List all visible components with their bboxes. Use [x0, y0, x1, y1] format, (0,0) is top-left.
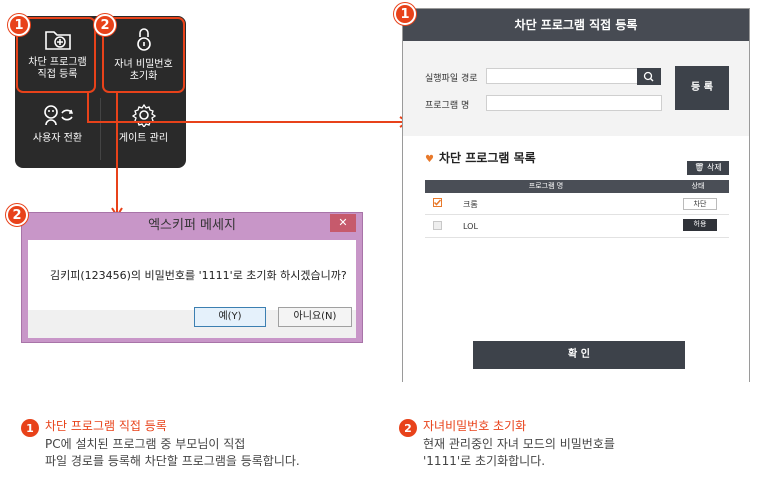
dialog-message: 김키피(123456)의 비밀번호를 '1111'로 초기화 하시겠습니까? [50, 269, 347, 282]
yes-button[interactable]: 예(Y) [194, 307, 266, 327]
program-name-cell: LOL [463, 222, 478, 231]
state-button[interactable]: 허용 [683, 219, 717, 231]
register-button[interactable]: 등 록 [675, 66, 729, 110]
search-icon [643, 71, 654, 82]
no-button[interactable]: 아니요(N) [278, 307, 352, 327]
caption-badge-1: 1 [21, 419, 39, 437]
gear-icon [131, 103, 156, 127]
step-badge-2: 2 [94, 14, 116, 36]
gate-manage-button[interactable]: 게이트 관리 [101, 92, 186, 168]
row-divider [425, 237, 729, 238]
arrow-line [87, 121, 403, 123]
caption-badge-2: 2 [399, 419, 417, 437]
menu-label: 사용자 전환 [32, 133, 83, 144]
program-name-input[interactable] [486, 95, 662, 111]
program-name-label: 프로그램 명 [425, 101, 470, 111]
exkeeper-message-dialog: 엑스키퍼 메세지 ✕ 김키피(123456)의 비밀번호를 '1111'로 초기… [21, 212, 363, 343]
program-name-cell: 크롬 [463, 200, 478, 209]
caption-title-2: 자녀비밀번호 초기화 [423, 419, 527, 433]
menu-label: 게이트 관리 [118, 133, 169, 144]
arrow-line [87, 93, 89, 122]
caption-body-2: 현재 관리중인 자녀 모드의 비밀번호를 '1111'로 초기화합니다. [423, 437, 615, 468]
arrow-line [116, 93, 118, 213]
caption-body-1: PC에 설치된 프로그램 중 부모님이 직접 파일 경로를 등록해 차단할 프로… [45, 437, 300, 468]
list-title: 차단 프로그램 목록 [439, 151, 536, 165]
delete-label: 삭제 [706, 163, 722, 172]
column-header-state: 상태 [667, 180, 729, 193]
heart-icon: ♥ [425, 154, 434, 165]
dialog-title: 엑스키퍼 메세지 [148, 218, 236, 233]
close-icon[interactable]: ✕ [330, 214, 356, 232]
dialog-body: 김키피(123456)의 비밀번호를 '1111'로 초기화 하시겠습니까? [28, 240, 356, 310]
user-switch-icon [43, 105, 73, 126]
step-badge-1: 1 [8, 14, 30, 36]
row-divider [425, 214, 729, 215]
row-checkbox[interactable] [433, 221, 442, 230]
caption-title-1: 차단 프로그램 직접 등록 [45, 419, 167, 433]
window-title: 차단 프로그램 직접 등록 [403, 9, 749, 41]
step-badge-1-window: 1 [394, 3, 416, 25]
exe-path-input[interactable] [486, 68, 638, 84]
column-header-name: 프로그램 명 [425, 180, 667, 193]
check-icon [433, 199, 442, 206]
delete-button[interactable]: 🗑 삭제 [687, 161, 729, 175]
row-checkbox[interactable] [433, 198, 442, 207]
state-button[interactable]: 차단 [683, 198, 717, 210]
exe-path-label: 실행파일 경로 [425, 74, 478, 84]
search-button[interactable] [637, 68, 661, 85]
step-badge-2-dialog: 2 [6, 204, 28, 226]
block-program-register-window: 차단 프로그램 직접 등록 실행파일 경로 프로그램 명 등 록 ♥ 차단 프로… [402, 8, 750, 382]
confirm-button[interactable]: 확 인 [473, 341, 685, 369]
